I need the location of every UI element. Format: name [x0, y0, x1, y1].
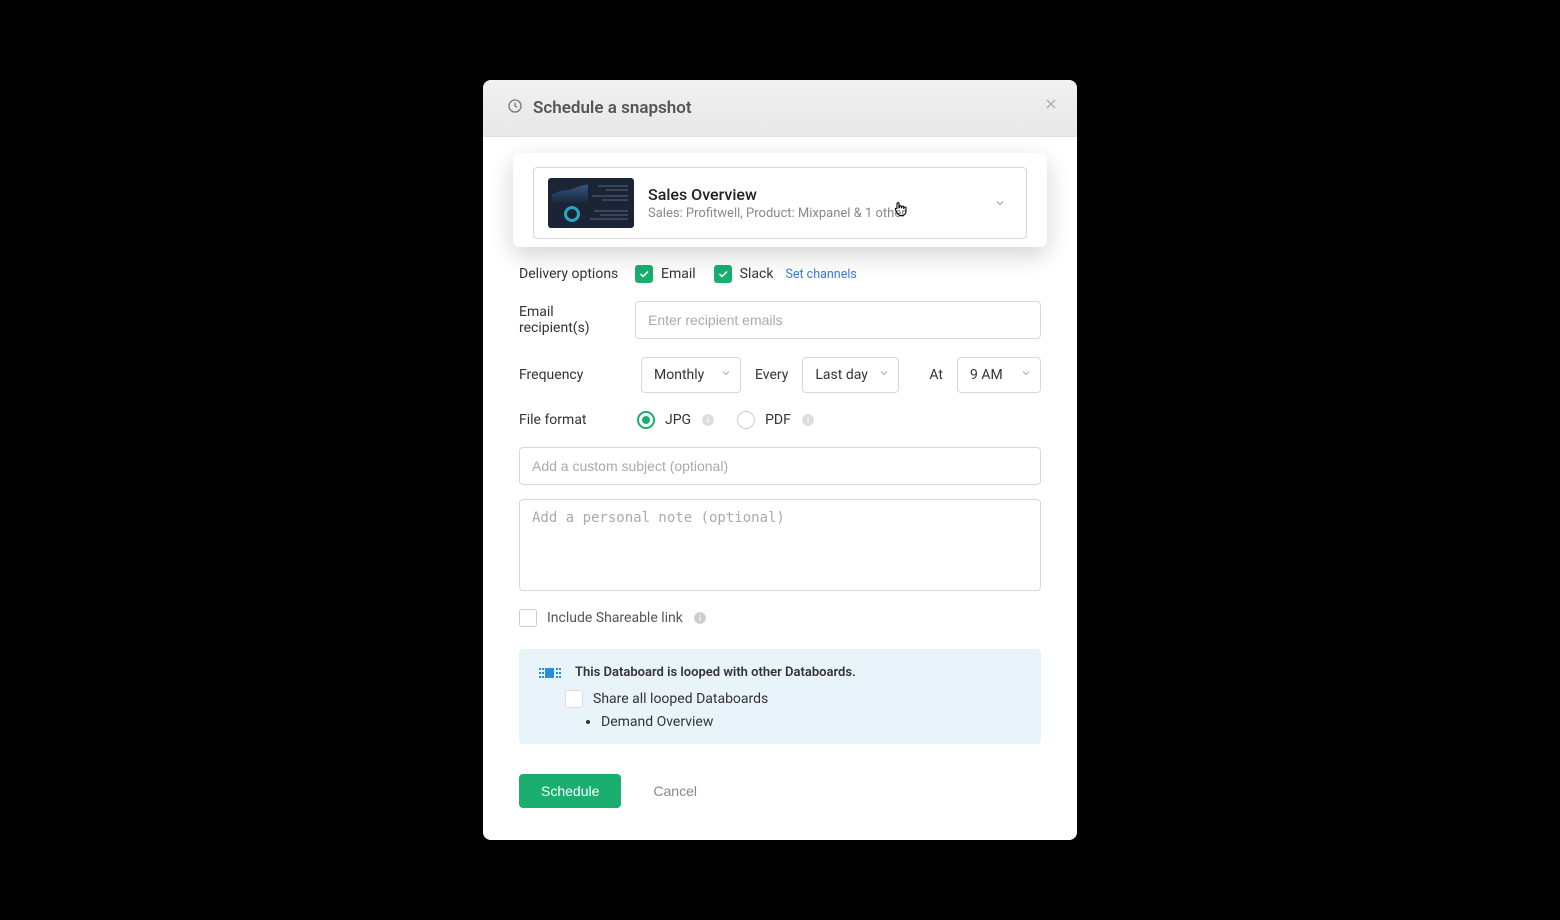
delivery-options-label: Delivery options — [519, 266, 627, 282]
set-channels-link[interactable]: Set channels — [785, 267, 856, 282]
recipients-input[interactable] — [635, 301, 1041, 339]
modal-header: Schedule a snapshot — [483, 80, 1077, 137]
info-icon — [693, 611, 707, 625]
share-looped-checkbox[interactable] — [565, 690, 583, 708]
chevron-down-icon — [720, 367, 732, 383]
email-recipients-row: Email recipient(s) — [519, 301, 1041, 339]
schedule-button[interactable]: Schedule — [519, 774, 621, 808]
frequency-label: Frequency — [519, 367, 627, 383]
close-icon[interactable] — [1043, 96, 1059, 116]
clock-icon — [507, 98, 523, 118]
cancel-button[interactable]: Cancel — [647, 782, 703, 800]
loop-heading: This Databoard is looped with other Data… — [575, 665, 856, 680]
databoard-card: Sales Overview Sales: Profitwell, Produc… — [513, 153, 1047, 247]
looped-item: Demand Overview — [601, 714, 1021, 730]
schedule-snapshot-modal: Schedule a snapshot Sales Overview Sales… — [483, 80, 1077, 840]
carousel-icon — [539, 666, 561, 680]
chevron-down-icon — [1020, 367, 1032, 383]
frequency-every-select[interactable]: Last day — [802, 357, 898, 393]
modal-title: Schedule a snapshot — [533, 98, 692, 118]
shareable-label: Include Shareable link — [547, 610, 683, 626]
delivery-options-row: Delivery options Email Slack Set channel… — [519, 265, 1041, 283]
every-label: Every — [755, 367, 788, 383]
format-pdf-radio[interactable] — [737, 411, 755, 429]
info-icon — [801, 413, 815, 427]
frequency-period-value: Monthly — [654, 367, 704, 383]
format-jpg-radio[interactable] — [637, 411, 655, 429]
slack-label: Slack — [740, 266, 774, 282]
databoard-subtitle: Sales: Profitwell, Product: Mixpanel & 1… — [648, 206, 906, 221]
frequency-time-select[interactable]: 9 AM — [957, 357, 1041, 393]
modal-body: Sales Overview Sales: Profitwell, Produc… — [483, 137, 1077, 840]
subject-input[interactable] — [519, 447, 1041, 485]
databoard-title: Sales Overview — [648, 185, 906, 204]
shareable-link-row: Include Shareable link — [519, 609, 1041, 627]
note-textarea[interactable] — [519, 499, 1041, 591]
frequency-row: Frequency Monthly Every Last day At 9 AM — [519, 357, 1041, 393]
shareable-checkbox[interactable] — [519, 609, 537, 627]
frequency-every-value: Last day — [815, 367, 867, 383]
email-label: Email — [661, 266, 696, 282]
info-icon — [701, 413, 715, 427]
file-format-row: File format JPG PDF — [519, 411, 1041, 429]
format-jpg-label: JPG — [665, 412, 691, 428]
databoard-thumbnail — [548, 178, 634, 228]
email-checkbox[interactable] — [635, 265, 653, 283]
note-row — [519, 499, 1041, 595]
frequency-period-select[interactable]: Monthly — [641, 357, 741, 393]
modal-actions: Schedule Cancel — [519, 774, 1041, 808]
looped-databoards-notice: This Databoard is looped with other Data… — [519, 649, 1041, 744]
file-format-label: File format — [519, 412, 627, 428]
share-looped-label: Share all looped Databoards — [593, 691, 768, 707]
slack-checkbox[interactable] — [714, 265, 732, 283]
chevron-down-icon — [878, 367, 890, 383]
subject-row — [519, 447, 1041, 485]
looped-databoards-list: Demand Overview — [601, 714, 1021, 730]
frequency-time-value: 9 AM — [970, 367, 1003, 383]
at-label: At — [929, 367, 943, 383]
chevron-down-icon — [994, 194, 1006, 213]
databoard-selector[interactable]: Sales Overview Sales: Profitwell, Produc… — [533, 167, 1027, 239]
format-pdf-label: PDF — [765, 412, 791, 428]
email-recipients-label: Email recipient(s) — [519, 304, 627, 336]
